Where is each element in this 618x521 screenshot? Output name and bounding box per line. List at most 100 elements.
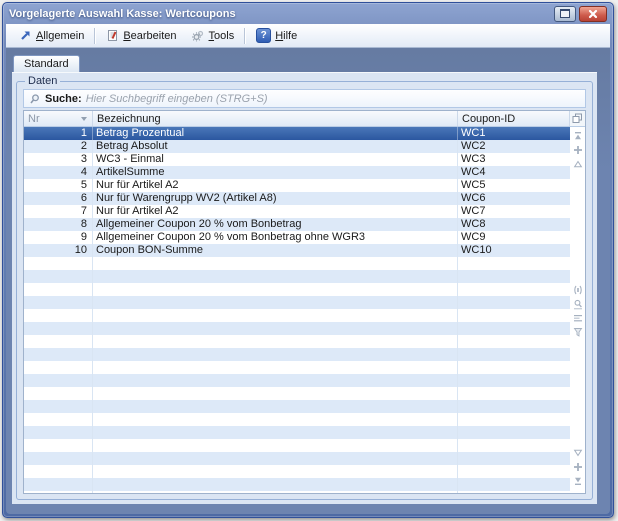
cell-nr [24,439,93,452]
text-lines-button[interactable] [571,311,584,325]
menu-item-label: Tools [209,30,235,42]
grid-body: 1 Betrag Prozentual WC1 2 Betrag Absolut… [24,127,585,493]
cell-bezeichnung [93,491,458,493]
titlebar-buttons [554,6,607,22]
cell-nr [24,296,93,309]
cell-bezeichnung [93,296,458,309]
column-select-button[interactable] [571,283,584,297]
table-row[interactable]: 5 Nur für Artikel A2 WC5 [24,179,570,192]
table-row[interactable]: 2 Betrag Absolut WC2 [24,140,570,153]
cell-coupon-id: WC2 [458,140,570,153]
tab-standard[interactable]: Standard [13,55,80,72]
cell-bezeichnung [93,413,458,426]
cell-bezeichnung [93,387,458,400]
table-row-empty[interactable] [24,452,570,465]
cell-coupon-id [458,452,570,465]
table-row-empty[interactable] [24,374,570,387]
table-row-empty[interactable] [24,322,570,335]
search-input[interactable]: Suche: Hier Suchbegriff eingeben (STRG+S… [23,89,586,108]
menu-item-label: Bearbeiten [123,30,176,42]
scroll-to-top-icon [573,131,583,141]
cell-bezeichnung: ArtikelSumme [93,166,458,179]
maximize-button[interactable] [554,6,576,22]
table-row-empty[interactable] [24,348,570,361]
table-row-empty[interactable] [24,270,570,283]
table-row-empty[interactable] [24,296,570,309]
cell-coupon-id: WC10 [458,244,570,257]
table-row-empty[interactable] [24,257,570,270]
data-grid: Nr Bezeichnung Coupon-ID [23,110,586,494]
menu-item-tools[interactable]: Tools [184,27,242,44]
table-row[interactable]: 10 Coupon BON-Summe WC10 [24,244,570,257]
cell-bezeichnung [93,478,458,491]
filter-button[interactable] [571,325,584,339]
table-row[interactable]: 9 Allgemeiner Coupon 20 % vom Bonbetrag … [24,231,570,244]
cell-coupon-id [458,387,570,400]
cell-coupon-id [458,322,570,335]
cell-bezeichnung: Nur für Warengrupp WV2 (Artikel A8) [93,192,458,205]
cell-nr [24,452,93,465]
menu-item-label: Allgemein [36,30,84,42]
close-button[interactable] [579,6,607,22]
gear-icon [191,29,205,42]
cell-coupon-id: WC8 [458,218,570,231]
column-header-coupon-id[interactable]: Coupon-ID [458,111,570,126]
menu-item-allgemein[interactable]: Allgemein [12,27,91,44]
table-row-empty[interactable] [24,439,570,452]
cell-coupon-id [458,426,570,439]
cell-coupon-id [458,270,570,283]
grid-header: Nr Bezeichnung Coupon-ID [24,111,585,127]
table-row-empty[interactable] [24,478,570,491]
scroll-to-top-button[interactable] [571,129,584,143]
cell-coupon-id [458,361,570,374]
scroll-to-bottom-button[interactable] [571,474,584,488]
table-row-empty[interactable] [24,335,570,348]
column-header-nr[interactable]: Nr [24,111,93,126]
table-row[interactable]: 8 Allgemeiner Coupon 20 % vom Bonbetrag … [24,218,570,231]
window-client-area: Allgemein Bearbeiten [6,24,610,514]
table-row-empty[interactable] [24,361,570,374]
table-row-empty[interactable] [24,400,570,413]
menu-item-bearbeiten[interactable]: Bearbeiten [99,27,183,44]
cell-bezeichnung [93,322,458,335]
cell-bezeichnung [93,439,458,452]
cell-nr: 7 [24,205,93,218]
table-row-empty[interactable] [24,283,570,296]
table-row-empty[interactable] [24,309,570,322]
cell-nr [24,387,93,400]
cell-nr [24,322,93,335]
table-row-empty[interactable] [24,413,570,426]
table-row-empty[interactable] [24,491,570,493]
cell-nr [24,270,93,283]
menu-item-hilfe[interactable]: ? Hilfe [249,26,304,45]
table-row-empty[interactable] [24,387,570,400]
cell-nr: 9 [24,231,93,244]
cell-bezeichnung [93,257,458,270]
column-header-bezeichnung[interactable]: Bezeichnung [93,111,458,126]
add-row-button[interactable] [571,460,584,474]
cell-nr: 2 [24,140,93,153]
cell-nr: 6 [24,192,93,205]
edit-document-icon [106,29,119,42]
table-row[interactable]: 6 Nur für Warengrupp WV2 (Artikel A8) WC… [24,192,570,205]
arrow-up-right-icon [19,29,32,42]
table-row[interactable]: 4 ArtikelSumme WC4 [24,166,570,179]
table-row[interactable]: 3 WC3 - Einmal WC3 [24,153,570,166]
scroll-up-button[interactable] [571,157,584,171]
cell-bezeichnung [93,426,458,439]
column-header-label: Bezeichnung [97,113,161,125]
table-row-empty[interactable] [24,426,570,439]
cell-nr [24,361,93,374]
move-up-button[interactable] [571,143,584,157]
column-header-label: Nr [28,113,40,125]
table-row-empty[interactable] [24,465,570,478]
grid-search-button[interactable] [571,297,584,311]
cell-nr [24,309,93,322]
cell-coupon-id: WC6 [458,192,570,205]
scroll-down-button[interactable] [571,446,584,460]
table-row[interactable]: 7 Nur für Artikel A2 WC7 [24,205,570,218]
title-bar[interactable]: Vorgelagerte Auswahl Kasse: Wertcoupons [3,3,613,24]
grid-side-toolbar [570,127,585,493]
column-chooser-button[interactable] [570,111,585,126]
table-row[interactable]: 1 Betrag Prozentual WC1 [24,127,570,140]
